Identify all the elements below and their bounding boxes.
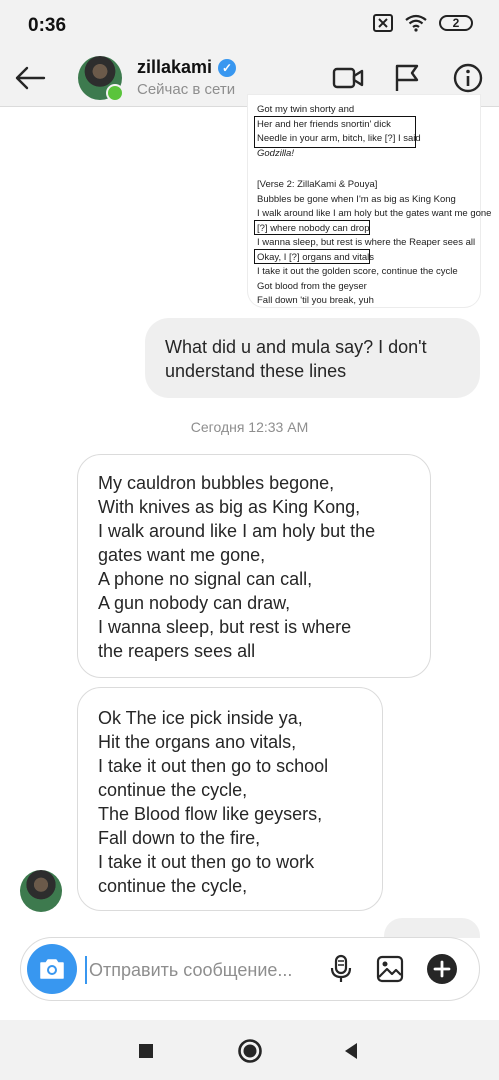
system-nav-bar [0,1020,499,1080]
lyric-line: Godzilla! [257,148,294,159]
lyric-line: [Verse 2: ZillaKami & Pouya] [257,179,378,190]
message-input[interactable] [85,956,329,984]
voice-message-button[interactable] [324,952,358,986]
lyric-line: Fall down 'til you break, yuh [257,295,374,306]
status-bar: 0:36 2 [0,0,499,50]
recents-button[interactable] [132,1037,160,1065]
camera-icon [40,959,64,979]
highlight-box [254,220,370,235]
image-icon [376,955,404,983]
status-time: 0:36 [28,15,67,36]
video-camera-icon [332,67,364,89]
camera-button[interactable] [27,944,77,994]
verified-badge-icon: ✓ [218,58,237,77]
info-icon [453,63,483,93]
wifi-icon [405,14,427,32]
highlight-box [254,249,370,264]
battery-icon: 2 [439,15,473,31]
back-nav-button[interactable] [337,1037,365,1065]
online-indicator [106,84,124,102]
triangle-back-icon [345,1043,357,1059]
flag-icon [395,64,419,91]
highlight-box [254,116,416,148]
message-composer [20,937,480,1001]
microphone-icon [330,954,352,982]
message-timestamp: Сегодня 12:33 AM [190,419,309,435]
status-icons: 2 [373,14,473,32]
arrow-left-icon [15,66,46,90]
outgoing-message[interactable]: What did u and mula say? I don't underst… [145,318,480,398]
sender-avatar[interactable] [20,870,62,912]
contact-name-row[interactable]: zillakami ✓ [137,57,237,78]
circle-icon [238,1039,262,1063]
report-button[interactable] [389,60,425,96]
shared-image[interactable]: Got my twin shorty and Her and her frien… [248,95,491,307]
home-button[interactable] [236,1037,264,1065]
add-content-button[interactable] [425,952,459,986]
mute-icon [373,14,393,32]
incoming-message[interactable]: My cauldron bubbles begone, With knives … [77,454,431,678]
contact-name: zillakami [137,57,213,77]
lyric-line: I take it out the golden score, continue… [257,266,458,277]
square-icon [139,1044,153,1058]
info-button[interactable] [450,60,486,96]
gallery-button[interactable] [373,952,407,986]
back-button[interactable] [12,60,48,96]
lyric-line: Got blood from the geyser [257,281,367,292]
video-call-button[interactable] [330,60,366,96]
incoming-message[interactable]: Ok The ice pick inside ya, Hit the organ… [77,687,383,911]
contact-status: Сейчас в сети [137,81,236,98]
lyric-line: Bubbles be gone when I'm as big as King … [257,194,456,205]
partial-message [384,918,480,938]
plus-circle-icon [427,954,457,984]
